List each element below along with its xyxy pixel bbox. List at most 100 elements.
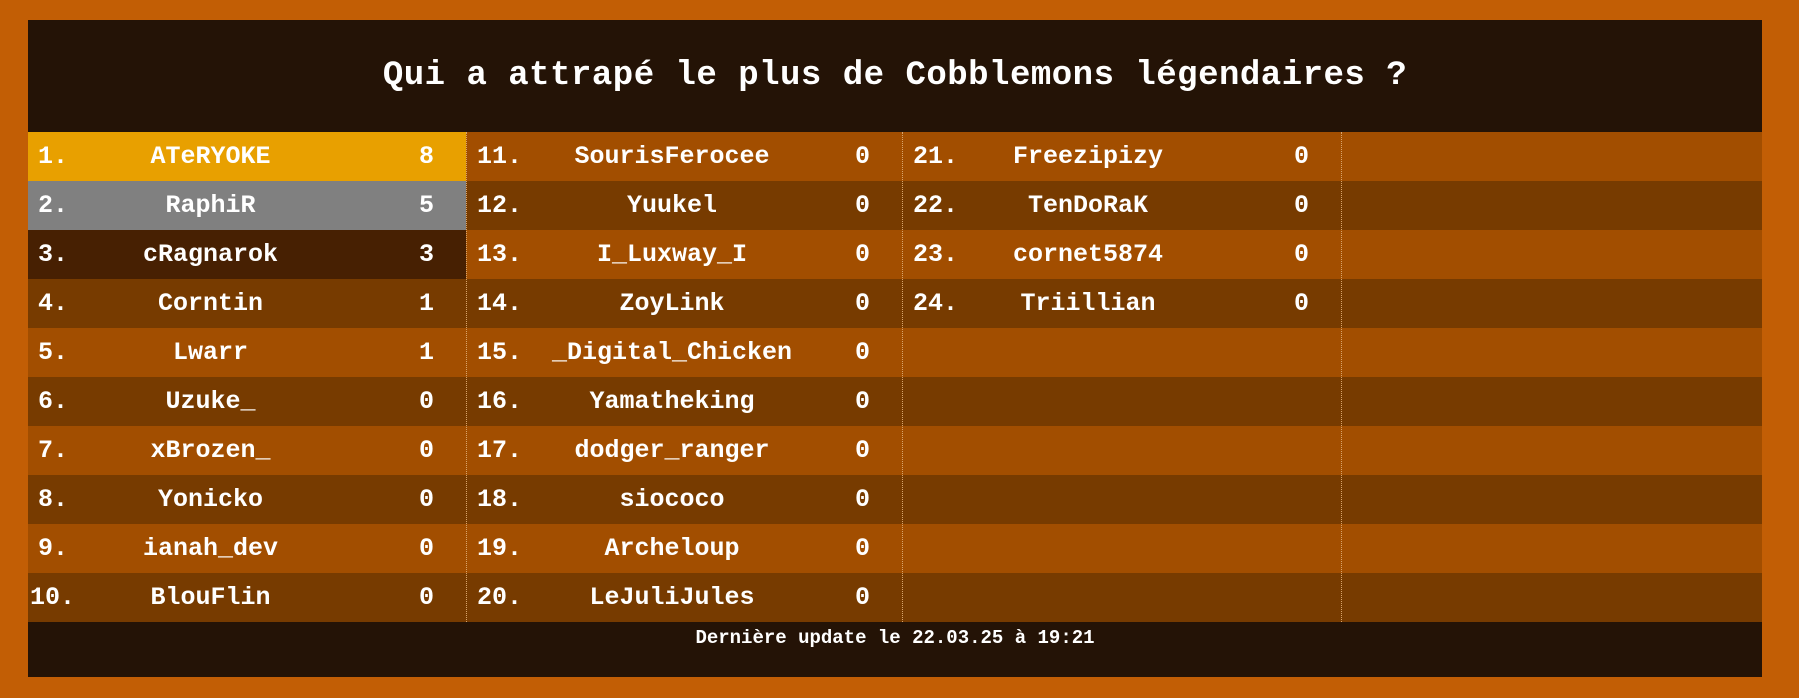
score-value: 0 [854, 534, 870, 563]
rank-label: 14. [477, 289, 523, 318]
score-value: 0 [854, 289, 870, 318]
player-name: Uzuke_ [165, 387, 256, 416]
table-row: 20. LeJuliJules 0 [467, 573, 902, 622]
score-value: 0 [418, 387, 434, 416]
table-row: 4. Corntin 1 [28, 279, 466, 328]
table-row: 15. _Digital_Chicken 0 [467, 328, 902, 377]
score-value: 0 [854, 240, 870, 269]
player-name: Yonicko [157, 485, 264, 514]
score-value: 0 [418, 534, 434, 563]
rank-label: 3. [38, 240, 69, 269]
player-name: TenDoRaK [1027, 191, 1149, 220]
leaderboard-column-2: 11. SourisFerocee 0 12. Yuukel 0 13. I_L… [467, 132, 903, 622]
table-row: 21. Freezipizy 0 [903, 132, 1341, 181]
player-name: ATeRYOKE [150, 142, 271, 171]
player-name: cRagnarok [142, 240, 279, 269]
player-name: BlouFlin [150, 583, 271, 612]
table-row: 24. Triillian 0 [903, 279, 1341, 328]
table-row: 17. dodger_ranger 0 [467, 426, 902, 475]
leaderboard-column-3: 21. Freezipizy 0 22. TenDoRaK 0 23. corn… [903, 132, 1342, 622]
score-value: 0 [1293, 240, 1309, 269]
table-row: 19. Archeloup 0 [467, 524, 902, 573]
table-row: 22. TenDoRaK 0 [903, 181, 1341, 230]
rank-label: 22. [913, 191, 959, 220]
player-name: RaphiR [165, 191, 256, 220]
player-name: xBrozen_ [150, 436, 271, 465]
page-title: Qui a attrapé le plus de Cobblemons lége… [382, 57, 1408, 95]
player-name: Yuukel [626, 191, 717, 220]
score-value: 0 [854, 485, 870, 514]
score-value: 0 [854, 583, 870, 612]
score-value: 0 [854, 387, 870, 416]
score-value: 0 [1293, 191, 1309, 220]
score-value: 8 [418, 142, 434, 171]
table-row: 11. SourisFerocee 0 [467, 132, 902, 181]
score-value: 0 [418, 583, 434, 612]
rank-label: 10. [30, 583, 76, 612]
rank-label: 24. [913, 289, 959, 318]
rank-label: 20. [477, 583, 523, 612]
score-value: 0 [1293, 289, 1309, 318]
player-name: I_Luxway_I [596, 240, 748, 269]
rank-label: 9. [38, 534, 69, 563]
player-name: _Digital_Chicken [551, 338, 793, 367]
table-row: 9. ianah_dev 0 [28, 524, 466, 573]
table-row: 2. RaphiR 5 [28, 181, 466, 230]
table-row: 16. Yamatheking 0 [467, 377, 902, 426]
rank-label: 6. [38, 387, 69, 416]
leaderboard-column-1: 1. ATeRYOKE 8 2. RaphiR 5 3. cRagnarok 3… [28, 132, 467, 622]
player-name: Archeloup [604, 534, 740, 563]
table-row: 6. Uzuke_ 0 [28, 377, 466, 426]
table-row: 14. ZoyLink 0 [467, 279, 902, 328]
score-value: 0 [854, 338, 870, 367]
rank-label: 19. [477, 534, 523, 563]
score-value: 0 [418, 485, 434, 514]
score-value: 1 [418, 289, 434, 318]
rank-label: 11. [477, 142, 523, 171]
player-name: LeJuliJules [589, 583, 755, 612]
player-name: dodger_ranger [574, 436, 770, 465]
rank-label: 8. [38, 485, 69, 514]
table-row: 18. siococo 0 [467, 475, 902, 524]
score-value: 0 [1293, 142, 1309, 171]
rank-label: 1. [38, 142, 69, 171]
table-row: 5. Lwarr 1 [28, 328, 466, 377]
table-row: 13. I_Luxway_I 0 [467, 230, 902, 279]
table-row: 3. cRagnarok 3 [28, 230, 466, 279]
player-name: Triillian [1020, 289, 1156, 318]
leaderboard-grid: 1. ATeRYOKE 8 2. RaphiR 5 3. cRagnarok 3… [28, 132, 1762, 622]
player-name: SourisFerocee [574, 142, 770, 171]
score-value: 0 [854, 191, 870, 220]
rank-label: 23. [913, 240, 959, 269]
player-name: Corntin [157, 289, 264, 318]
score-value: 0 [854, 436, 870, 465]
rank-label: 5. [38, 338, 69, 367]
score-value: 0 [854, 142, 870, 171]
table-row: 8. Yonicko 0 [28, 475, 466, 524]
score-value: 1 [418, 338, 434, 367]
player-name: ianah_dev [142, 534, 279, 563]
score-value: 3 [418, 240, 434, 269]
rank-label: 2. [38, 191, 69, 220]
rank-label: 12. [477, 191, 523, 220]
player-name: cornet5874 [1012, 240, 1164, 269]
rank-label: 4. [38, 289, 69, 318]
last-update-text: Dernière update le 22.03.25 à 19:21 [695, 627, 1095, 649]
player-name: siococo [619, 485, 725, 514]
score-value: 0 [418, 436, 434, 465]
table-row: 7. xBrozen_ 0 [28, 426, 466, 475]
player-name: ZoyLink [619, 289, 725, 318]
rank-label: 18. [477, 485, 523, 514]
table-row: 23. cornet5874 0 [903, 230, 1341, 279]
table-row: 1. ATeRYOKE 8 [28, 132, 466, 181]
score-value: 5 [418, 191, 434, 220]
rank-label: 21. [913, 142, 959, 171]
player-name: Lwarr [172, 338, 248, 367]
leaderboard-panel: Qui a attrapé le plus de Cobblemons lége… [28, 20, 1762, 677]
rank-label: 16. [477, 387, 523, 416]
rank-label: 15. [477, 338, 523, 367]
player-name: Freezipizy [1012, 142, 1164, 171]
table-row: 10. BlouFlin 0 [28, 573, 466, 622]
player-name: Yamatheking [589, 387, 755, 416]
table-row: 12. Yuukel 0 [467, 181, 902, 230]
